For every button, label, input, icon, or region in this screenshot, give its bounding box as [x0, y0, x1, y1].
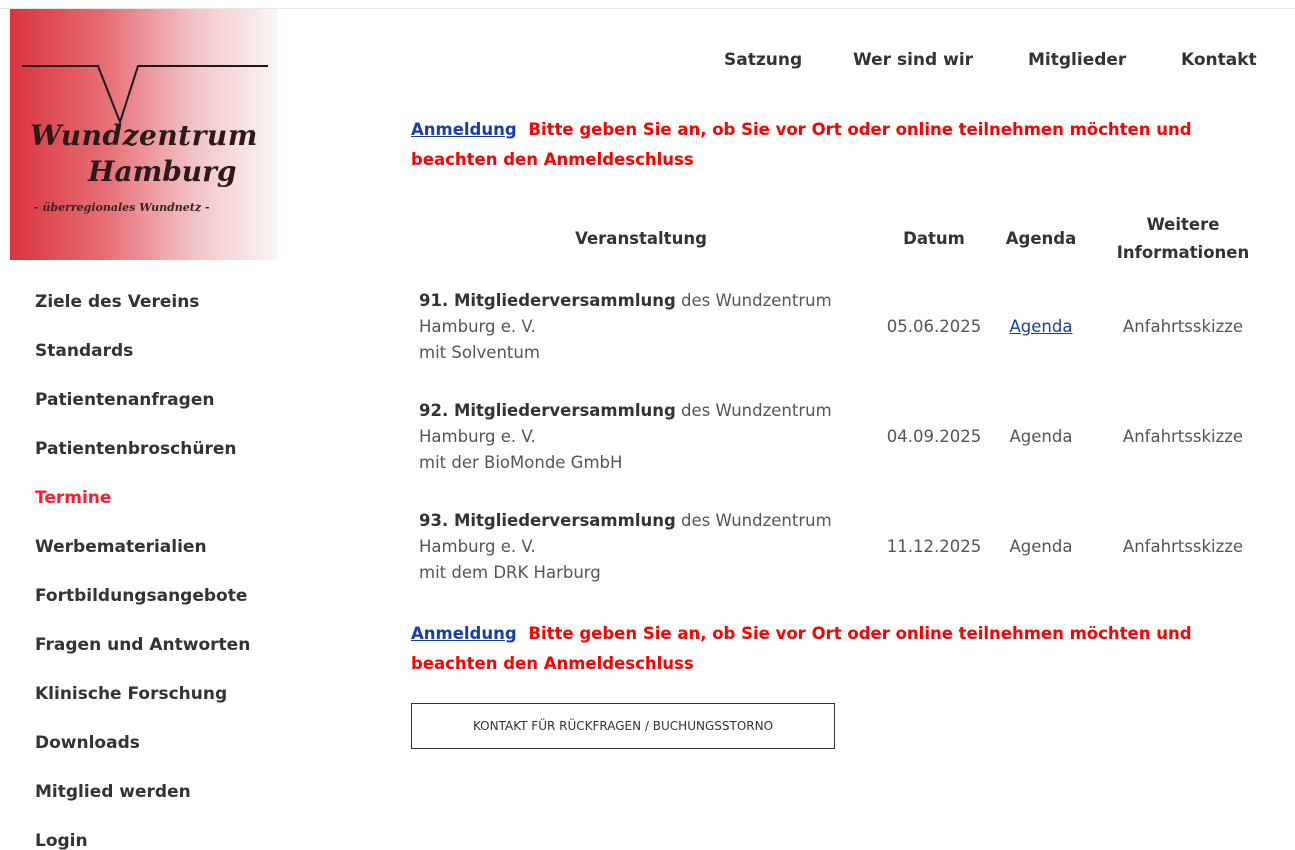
event-line2: Hamburg e. V. [419, 537, 536, 556]
agenda-text: Agenda [1009, 427, 1073, 446]
sidebar-item-login[interactable]: Login [35, 829, 285, 850]
header-info-line1: Weitere [1146, 215, 1220, 234]
header-datum: Datum [903, 229, 965, 248]
sidebar-item-downloads[interactable]: Downloads [35, 731, 285, 780]
registration-notice-text: Bitte geben Sie an, ob Sie vor Ort oder … [411, 624, 1192, 673]
table-header-row: Veranstaltung Datum Agenda Weitere Infor… [411, 206, 1281, 272]
table-row: 92. Mitgliederversammlung des Wundzentru… [411, 382, 1281, 492]
event-line3: mit der BioMonde GmbH [419, 453, 623, 472]
header-veranstaltung: Veranstaltung [575, 229, 707, 248]
agenda-text: Agenda [1009, 537, 1073, 556]
event-cell: 92. Mitgliederversammlung des Wundzentru… [411, 382, 871, 492]
sidebar-item-klinische-forschung[interactable]: Klinische Forschung [35, 682, 285, 731]
registration-notice-text: Bitte geben Sie an, ob Sie vor Ort oder … [411, 120, 1192, 169]
table-row: 93. Mitgliederversammlung des Wundzentru… [411, 492, 1281, 602]
logo-tagline: - überregionales Wundnetz - [34, 201, 210, 214]
event-title-rest: des Wundzentrum [675, 401, 832, 420]
event-title: 91. Mitgliederversammlung [419, 291, 676, 310]
event-line2: Hamburg e. V. [419, 427, 536, 446]
event-info: Anfahrtsskizze [1122, 537, 1244, 556]
sidebar-item-termine[interactable]: Termine [35, 486, 285, 535]
sidebar-item-fragen-und-antworten[interactable]: Fragen und Antworten [35, 633, 285, 682]
sidebar-item-fortbildungsangebote[interactable]: Fortbildungsangebote [35, 584, 285, 633]
events-table: Veranstaltung Datum Agenda Weitere Infor… [411, 206, 1281, 602]
logo-title-line1: Wundzentrum [30, 119, 258, 152]
table-row: 91. Mitgliederversammlung des Wundzentru… [411, 272, 1281, 382]
event-info: Anfahrtsskizze [1122, 427, 1244, 446]
event-line3: mit Solventum [419, 343, 540, 362]
event-cell: 91. Mitgliederversammlung des Wundzentru… [411, 272, 871, 382]
top-nav-kontakt[interactable]: Kontakt [1181, 50, 1257, 70]
top-navigation: Satzung Wer sind wir Mitglieder Kontakt [700, 50, 1280, 74]
top-nav-mitglieder[interactable]: Mitglieder [1028, 50, 1126, 70]
sidebar-navigation: Ziele des Vereins Standards Patientenanf… [35, 290, 285, 850]
event-line3: mit dem DRK Harburg [419, 563, 601, 582]
event-title: 92. Mitgliederversammlung [419, 401, 676, 420]
registration-link-top[interactable]: Anmeldung [411, 120, 517, 139]
agenda-link[interactable]: Agenda [1010, 317, 1073, 336]
event-date: 11.12.2025 [886, 537, 982, 556]
header-info-line2: Informationen [1116, 243, 1250, 262]
sidebar-item-patientenanfragen[interactable]: Patientenanfragen [35, 388, 285, 437]
sidebar-item-ziele[interactable]: Ziele des Vereins [35, 290, 285, 339]
sidebar-item-patientenbroschueren[interactable]: Patientenbroschüren [35, 437, 285, 486]
header-agenda: Agenda [1005, 229, 1077, 248]
sidebar-item-standards[interactable]: Standards [35, 339, 285, 388]
event-date: 04.09.2025 [886, 427, 982, 446]
header-weitere-informationen: Weitere Informationen [1085, 206, 1281, 272]
registration-link-bottom[interactable]: Anmeldung [411, 624, 517, 643]
page: Wundzentrum Hamburg - überregionales Wun… [0, 0, 1295, 850]
logo-title-line2: Hamburg [88, 155, 237, 188]
event-title-rest: des Wundzentrum [675, 511, 832, 530]
sidebar-item-werbematerialien[interactable]: Werbematerialien [35, 535, 285, 584]
agenda-cell: Agenda [997, 272, 1085, 382]
event-date: 05.06.2025 [886, 317, 982, 336]
sidebar-item-mitglied-werden[interactable]: Mitglied werden [35, 780, 285, 829]
registration-notice-top: Anmeldung Bitte geben Sie an, ob Sie vor… [411, 115, 1271, 175]
registration-notice-bottom: Anmeldung Bitte geben Sie an, ob Sie vor… [411, 619, 1271, 679]
event-line2: Hamburg e. V. [419, 317, 536, 336]
top-nav-wer-sind-wir[interactable]: Wer sind wir [853, 50, 973, 70]
event-title-rest: des Wundzentrum [675, 291, 832, 310]
event-title: 93. Mitgliederversammlung [419, 511, 676, 530]
contact-storno-button[interactable]: KONTAKT FÜR RÜCKFRAGEN / BUCHUNGSSTORNO [411, 703, 835, 749]
top-nav-satzung[interactable]: Satzung [724, 50, 802, 70]
event-info: Anfahrtsskizze [1122, 317, 1244, 336]
event-cell: 93. Mitgliederversammlung des Wundzentru… [411, 492, 871, 602]
site-logo[interactable]: Wundzentrum Hamburg - überregionales Wun… [10, 9, 278, 260]
